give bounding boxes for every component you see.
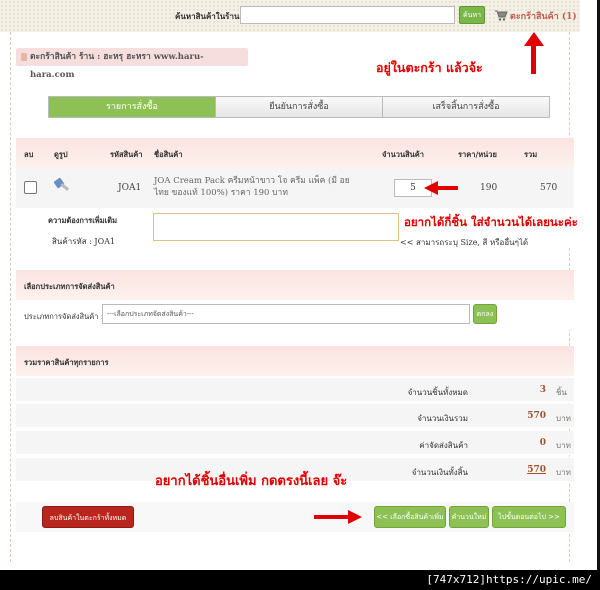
shipping-ok-button[interactable]: ตกลง (473, 304, 497, 324)
product-code: JOA1 (118, 183, 142, 193)
cart-icon[interactable] (494, 9, 508, 21)
shipping-label: ประเภทการจัดส่งสินค้า : (24, 312, 104, 321)
col-price: ราคา/หน่วย (458, 150, 497, 159)
annotation-arrowhead-up (524, 32, 544, 46)
search-label: ค้นหาสินค้าในร้าน : (175, 11, 246, 21)
annotation-in-cart: อยู่ในตะกร้า แล้วจ้ะ (376, 60, 483, 75)
extra-code-label: สินค้ารหัส : JOA1 (52, 237, 116, 246)
summary-section-header: รวมราคาสินค้าทุกรายการ (16, 346, 574, 376)
summary-label: จำนวนเงินทั้งสิ้น (411, 468, 468, 477)
cart-link[interactable]: ตะกร้าสินค้า (1) (510, 9, 577, 23)
col-total: รวม (524, 150, 538, 159)
step-complete: เสร็จสิ้นการสั่งซื้อ (382, 97, 549, 117)
summary-unit: บาท (556, 414, 571, 423)
summary-label: ค่าจัดส่งสินค้า (419, 441, 468, 450)
extra-request-hint: << สามารถระบุ Size, สี หรืออื่นๆได้ (400, 238, 529, 247)
continue-shopping-button[interactable]: << เลือกซื้อสินค้าเพิ่ม (374, 506, 446, 528)
summary-unit: บาท (556, 441, 571, 450)
product-image-icon[interactable] (54, 178, 70, 194)
col-name: ชื่อสินค้า (154, 150, 183, 159)
table-row: JOA1 JOA Cream Pack ครีมหน้าขาว โจ ครีม … (16, 168, 574, 208)
annotation-arrow-up (531, 44, 536, 74)
summary-row: จำนวนเงินรวม 570 บาท (16, 404, 574, 428)
row-total: 570 (540, 183, 558, 193)
summary-value: 0 (539, 438, 546, 448)
annotation-arrow-qty (436, 186, 458, 190)
col-code: รหัสสินค้า (110, 150, 143, 159)
page-frame: ค้นหาสินค้าในร้าน : ค้นหา ตะกร้าสินค้า (… (0, 0, 600, 570)
cart-table-header: ลบ ดูรูป รหัสสินค้า ชื่อสินค้า จำนวนสินค… (16, 138, 574, 168)
image-host-footer: [747x712]https://upic.me/ (0, 570, 600, 590)
summary-value: 570 (527, 411, 546, 421)
summary-section-title: รวมราคาสินค้าทุกรายการ (24, 358, 109, 367)
search-button[interactable]: ค้นหา (459, 6, 485, 24)
annotation-arrowhead-qty (424, 181, 438, 195)
annotation-quantity: อยากได้กี่ชิ้น ใส่จำนวนได้เลยนะค่ะ (404, 215, 578, 229)
shipping-select[interactable]: ---เลือกประเภทจัดส่งสินค้า--- (102, 304, 470, 324)
summary-unit: บาท (556, 468, 571, 477)
col-delete: ลบ (24, 150, 34, 159)
cart-actions-bar: ลบสินค้าในตะกร้าทั้งหมด << เลือกซื้อสินค… (16, 502, 574, 532)
delete-checkbox[interactable] (24, 181, 37, 194)
summary-value: 570 (527, 465, 546, 475)
clear-cart-button[interactable]: ลบสินค้าในตะกร้าทั้งหมด (42, 506, 134, 528)
summary-unit: ชิ้น (556, 388, 567, 397)
extra-request-label: ความต้องการเพิ่มเติม (48, 216, 118, 225)
extra-request-textarea[interactable] (153, 213, 399, 241)
shop-title: ตะกร้าสินค้า ร้าน : ฮะหรุ ฮะหรา www.haru… (16, 48, 248, 80)
step-confirm: ยืนยันการสั่งซื้อ (215, 97, 382, 117)
summary-row: จำนวนชิ้นทั้งหมด 3 ชิ้น (16, 378, 574, 402)
checkout-steps: รายการสั่งซื้อ ยืนยันการสั่งซื้อ เสร็จสิ… (48, 96, 550, 118)
summary-row: ค่าจัดส่งสินค้า 0 บาท (16, 431, 574, 455)
summary-label: จำนวนเงินรวม (417, 414, 468, 423)
annotation-more-items: อยากได้ชิ้นอื่นเพิ่ม กดตรงนี้เลย จ๊ะ (155, 474, 348, 489)
summary-value: 3 (539, 385, 546, 395)
step-order-list: รายการสั่งซื้อ (49, 97, 215, 117)
search-input[interactable] (240, 6, 455, 24)
col-qty: จำนวนสินค้า (382, 150, 425, 159)
summary-label: จำนวนชิ้นทั้งหมด (407, 388, 468, 397)
shipping-section-header: เลือกประเภทการจัดส่งสินค้า (16, 270, 574, 300)
recalculate-button[interactable]: คำนวนใหม่ (449, 506, 489, 528)
annotation-arrow-more (314, 515, 350, 519)
shipping-row: ประเภทการจัดส่งสินค้า : ---เลือกประเภทจั… (16, 300, 574, 330)
annotation-arrowhead-more (348, 510, 362, 524)
shipping-section-title: เลือกประเภทการจัดส่งสินค้า (24, 282, 115, 291)
unit-price: 190 (480, 183, 498, 193)
product-name[interactable]: JOA Cream Pack ครีมหน้าขาว โจ ครีม แพ็ค … (154, 175, 366, 199)
next-step-button[interactable]: ไปขั้นตอนต่อไป >> (492, 506, 566, 528)
top-search-bar: ค้นหาสินค้าในร้าน : ค้นหา ตะกร้าสินค้า (… (0, 0, 580, 32)
col-image: ดูรูป (54, 150, 68, 159)
